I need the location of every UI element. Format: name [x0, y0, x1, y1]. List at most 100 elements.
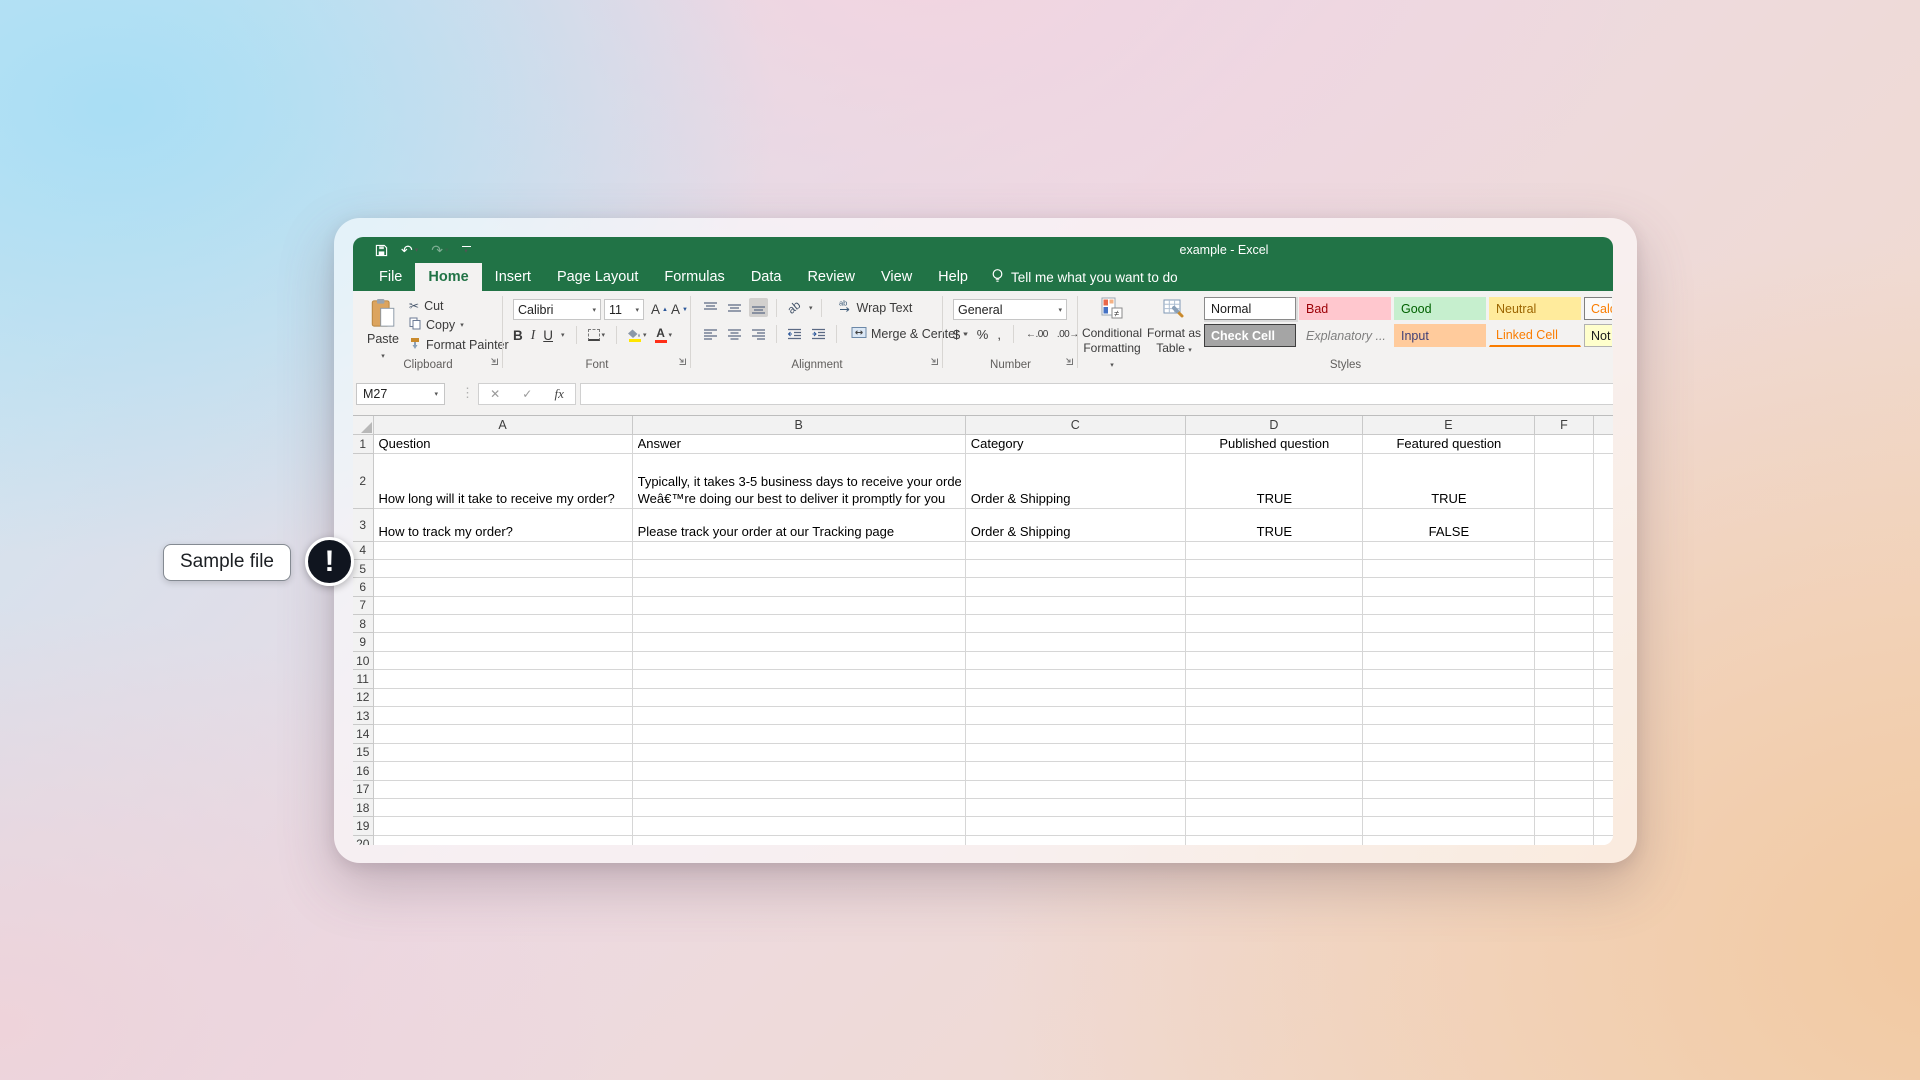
style-input[interactable]: Input	[1394, 324, 1486, 347]
cell-B18[interactable]	[632, 798, 965, 816]
row-number-15[interactable]: 15	[353, 743, 373, 761]
cell-D10[interactable]	[1185, 651, 1362, 669]
cell-G2[interactable]	[1593, 453, 1613, 508]
cell-E12[interactable]	[1362, 688, 1534, 706]
row-number-3[interactable]: 3	[353, 508, 373, 541]
cell-F14[interactable]	[1534, 725, 1593, 743]
align-right-icon[interactable]	[749, 324, 768, 343]
cell-F17[interactable]	[1534, 780, 1593, 798]
cell-B19[interactable]	[632, 817, 965, 835]
cell-E15[interactable]	[1362, 743, 1534, 761]
cell-D18[interactable]	[1185, 798, 1362, 816]
tab-help[interactable]: Help	[925, 263, 981, 291]
cell-G17[interactable]	[1593, 780, 1613, 798]
cell-A19[interactable]	[373, 817, 632, 835]
row-number-18[interactable]: 18	[353, 798, 373, 816]
cell-D3[interactable]: TRUE	[1185, 508, 1362, 541]
cell-G16[interactable]	[1593, 762, 1613, 780]
cell-D5[interactable]	[1185, 559, 1362, 577]
row-number-2[interactable]: 2	[353, 453, 373, 508]
cell-D2[interactable]: TRUE	[1185, 453, 1362, 508]
format-as-table-button[interactable]: Format as Table ▾	[1146, 296, 1202, 356]
cell-F5[interactable]	[1534, 559, 1593, 577]
cell-G1[interactable]	[1593, 434, 1613, 453]
increase-indent-icon[interactable]	[809, 324, 828, 343]
cell-B13[interactable]	[632, 707, 965, 725]
cell-A8[interactable]	[373, 615, 632, 633]
row-number-8[interactable]: 8	[353, 615, 373, 633]
cell-F3[interactable]	[1534, 508, 1593, 541]
cut-button[interactable]: ✂ Cut	[409, 299, 509, 313]
column-header-partial[interactable]	[1593, 416, 1613, 434]
cell-D8[interactable]	[1185, 615, 1362, 633]
style-good[interactable]: Good	[1394, 297, 1486, 320]
cell-E13[interactable]	[1362, 707, 1534, 725]
cell-E19[interactable]	[1362, 817, 1534, 835]
cell-A13[interactable]	[373, 707, 632, 725]
cell-C1[interactable]: Category	[965, 434, 1185, 453]
cell-C7[interactable]	[965, 596, 1185, 614]
enter-icon[interactable]: ✓	[522, 387, 532, 401]
row-number-9[interactable]: 9	[353, 633, 373, 651]
cell-D20[interactable]	[1185, 835, 1362, 845]
row-number-11[interactable]: 11	[353, 670, 373, 688]
cell-D6[interactable]	[1185, 578, 1362, 596]
cell-G20[interactable]	[1593, 835, 1613, 845]
cell-E4[interactable]	[1362, 541, 1534, 559]
font-dialog-launcher-icon[interactable]	[677, 354, 687, 369]
cell-G3[interactable]	[1593, 508, 1613, 541]
cell-F4[interactable]	[1534, 541, 1593, 559]
cell-D16[interactable]	[1185, 762, 1362, 780]
cell-E9[interactable]	[1362, 633, 1534, 651]
copy-button[interactable]: Copy ▾	[409, 317, 509, 333]
number-dialog-launcher-icon[interactable]	[1064, 354, 1074, 369]
cell-B11[interactable]	[632, 670, 965, 688]
align-center-icon[interactable]	[725, 324, 744, 343]
cell-F15[interactable]	[1534, 743, 1593, 761]
cell-F1[interactable]	[1534, 434, 1593, 453]
cell-F9[interactable]	[1534, 633, 1593, 651]
cell-A20[interactable]	[373, 835, 632, 845]
cell-B9[interactable]	[632, 633, 965, 651]
cell-B17[interactable]	[632, 780, 965, 798]
cell-C18[interactable]	[965, 798, 1185, 816]
name-box-dropdown-icon[interactable]: ▾	[434, 390, 438, 398]
cell-C16[interactable]	[965, 762, 1185, 780]
row-number-6[interactable]: 6	[353, 578, 373, 596]
column-header-D[interactable]: D	[1185, 416, 1362, 434]
cell-A11[interactable]	[373, 670, 632, 688]
align-bottom-icon[interactable]	[749, 298, 768, 317]
save-icon[interactable]	[375, 244, 388, 257]
style-neutral[interactable]: Neutral	[1489, 297, 1581, 320]
cell-B20[interactable]	[632, 835, 965, 845]
paste-button[interactable]: Paste ▾	[362, 298, 404, 361]
cell-A1[interactable]: Question	[373, 434, 632, 453]
cell-D4[interactable]	[1185, 541, 1362, 559]
cell-G14[interactable]	[1593, 725, 1613, 743]
cell-G9[interactable]	[1593, 633, 1613, 651]
cell-E17[interactable]	[1362, 780, 1534, 798]
align-middle-icon[interactable]	[725, 298, 744, 317]
cell-E6[interactable]	[1362, 578, 1534, 596]
undo-icon[interactable]: ↶▾	[401, 243, 418, 257]
font-color-dropdown-icon[interactable]: ▾	[669, 331, 673, 339]
tab-insert[interactable]: Insert	[482, 263, 544, 291]
cell-C17[interactable]	[965, 780, 1185, 798]
style-linked-cell[interactable]: Linked Cell	[1489, 324, 1581, 347]
row-number-7[interactable]: 7	[353, 596, 373, 614]
cell-G13[interactable]	[1593, 707, 1613, 725]
tab-data[interactable]: Data	[738, 263, 795, 291]
cell-A2[interactable]: How long will it take to receive my orde…	[373, 453, 632, 508]
decrease-font-icon[interactable]: A▼	[671, 302, 688, 317]
borders-button[interactable]: ▾	[588, 329, 606, 341]
cell-E10[interactable]	[1362, 651, 1534, 669]
cell-C20[interactable]	[965, 835, 1185, 845]
cell-C6[interactable]	[965, 578, 1185, 596]
row-number-14[interactable]: 14	[353, 725, 373, 743]
align-top-icon[interactable]	[701, 298, 720, 317]
cell-E18[interactable]	[1362, 798, 1534, 816]
cell-C14[interactable]	[965, 725, 1185, 743]
cell-E16[interactable]	[1362, 762, 1534, 780]
cell-A15[interactable]	[373, 743, 632, 761]
cell-D7[interactable]	[1185, 596, 1362, 614]
